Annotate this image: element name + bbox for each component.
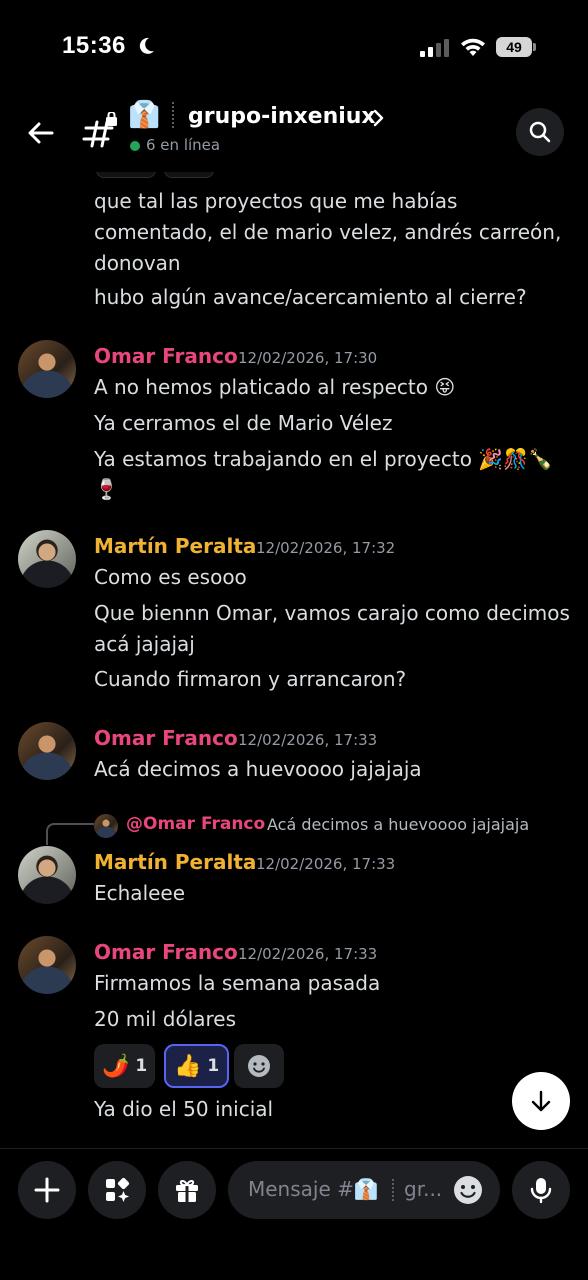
- add-attachment-button[interactable]: [18, 1161, 76, 1219]
- add-reaction-button[interactable]: [234, 1044, 284, 1088]
- signal-icon: [420, 39, 449, 57]
- channel-name[interactable]: grupo-inxeniux: [188, 104, 376, 129]
- reply-preview[interactable]: Acá decimos a huevoooo jajajaja: [267, 815, 529, 834]
- chevron-right-icon[interactable]: [370, 108, 386, 128]
- message-author[interactable]: Martín Peralta: [94, 534, 256, 558]
- channel-emoji: 👔: [128, 100, 161, 130]
- message-text: 20 mil dólares: [94, 1007, 237, 1031]
- online-count: 6 en línea: [146, 136, 221, 154]
- message-timestamp: 12/02/2026, 17:33: [256, 855, 396, 873]
- reaction-chip[interactable]: [96, 172, 156, 178]
- online-status-dot: [130, 141, 140, 151]
- avatar[interactable]: [18, 936, 76, 994]
- reaction-count: 1: [135, 1056, 148, 1076]
- message-author[interactable]: Omar Franco: [94, 344, 238, 368]
- message-input[interactable]: Mensaje #👔 gr...: [228, 1161, 500, 1219]
- message-timestamp: 12/02/2026, 17:30: [238, 349, 378, 367]
- moon-icon: [139, 37, 154, 54]
- placeholder-divider: [392, 1179, 394, 1201]
- locked-channel-hash-icon: [82, 112, 117, 148]
- message-input-placeholder-tail: gr...: [404, 1177, 443, 1201]
- message-text: Cuando firmaron y arrancaron?: [94, 667, 407, 691]
- avatar[interactable]: [18, 722, 76, 780]
- search-icon: [529, 121, 551, 143]
- message-text: Ya dio el 50 inicial: [94, 1097, 274, 1121]
- message-list[interactable]: que tal las proyectos que me habías come…: [0, 172, 588, 1144]
- message-text: A no hemos platicado al respecto 😝: [94, 375, 456, 399]
- status-bar: 15:36 49: [0, 0, 588, 96]
- voice-message-button[interactable]: [512, 1161, 570, 1219]
- message-text: Acá decimos a huevoooo jajajaja: [94, 757, 422, 781]
- chili-pepper-icon: 🌶️: [102, 1053, 130, 1079]
- message-text: Como es esooo: [94, 565, 247, 589]
- reaction-count: 1: [207, 1056, 220, 1076]
- message-author[interactable]: Martín Peralta: [94, 850, 256, 874]
- message-text: comentado, el de mario velez, andrés car…: [94, 220, 562, 244]
- reaction-chip[interactable]: [164, 172, 214, 178]
- arrow-down-icon: [531, 1090, 551, 1112]
- reply-connector: [46, 823, 94, 845]
- thumbs-up-icon: 👍: [174, 1053, 202, 1079]
- message-text: Firmamos la semana pasada: [94, 971, 381, 995]
- wifi-icon: [461, 38, 485, 56]
- apps-button[interactable]: [88, 1161, 146, 1219]
- message-timestamp: 12/02/2026, 17:32: [256, 539, 396, 557]
- message-text: donovan: [94, 251, 181, 275]
- plus-icon: [34, 1177, 60, 1203]
- gift-icon: [176, 1179, 198, 1202]
- message-text: Ya estamos trabajando en el proyecto 🎉🎊🍾: [94, 447, 553, 471]
- avatar[interactable]: [18, 846, 76, 904]
- reaction-chili[interactable]: 🌶️ 1: [94, 1044, 156, 1088]
- title-divider: [172, 102, 174, 128]
- battery-level: 49: [496, 37, 532, 57]
- channel-header: 👔 grupo-inxeniux 6 en línea: [0, 96, 588, 172]
- microphone-icon: [530, 1178, 552, 1204]
- avatar[interactable]: [18, 530, 76, 588]
- message-author[interactable]: Omar Franco: [94, 940, 238, 964]
- reply-author[interactable]: @Omar Franco: [126, 814, 265, 834]
- message-author[interactable]: Omar Franco: [94, 726, 238, 750]
- emoji-picker-icon[interactable]: [452, 1174, 484, 1206]
- message-text: 🍷: [94, 477, 119, 501]
- message-text: que tal las proyectos que me habías: [94, 189, 458, 213]
- message-input-placeholder: Mensaje #👔: [248, 1177, 379, 1201]
- avatar[interactable]: [18, 340, 76, 398]
- battery-icon: 49: [496, 37, 536, 57]
- message-text: hubo algún avance/acercamiento al cierre…: [94, 285, 527, 309]
- message-text: Que biennn Omar, vamos carajo como decim…: [94, 601, 570, 625]
- smiley-icon: [248, 1055, 270, 1077]
- status-time: 15:36: [62, 32, 126, 59]
- apps-sparkle-icon: [106, 1177, 130, 1202]
- search-button[interactable]: [516, 108, 564, 156]
- message-timestamp: 12/02/2026, 17:33: [238, 945, 378, 963]
- reply-avatar: [94, 814, 118, 838]
- message-text: acá jajajaj: [94, 632, 195, 656]
- message-timestamp: 12/02/2026, 17:33: [238, 731, 378, 749]
- message-text: Ya cerramos el de Mario Vélez: [94, 411, 393, 435]
- gift-button[interactable]: [158, 1161, 216, 1219]
- message-text: Echaleee: [94, 881, 186, 905]
- jump-to-bottom-button[interactable]: [512, 1072, 570, 1130]
- reaction-thumbs-up[interactable]: 👍 1: [164, 1044, 230, 1088]
- back-arrow-icon[interactable]: [24, 116, 58, 150]
- message-composer: Mensaje #👔 gr...: [0, 1148, 588, 1280]
